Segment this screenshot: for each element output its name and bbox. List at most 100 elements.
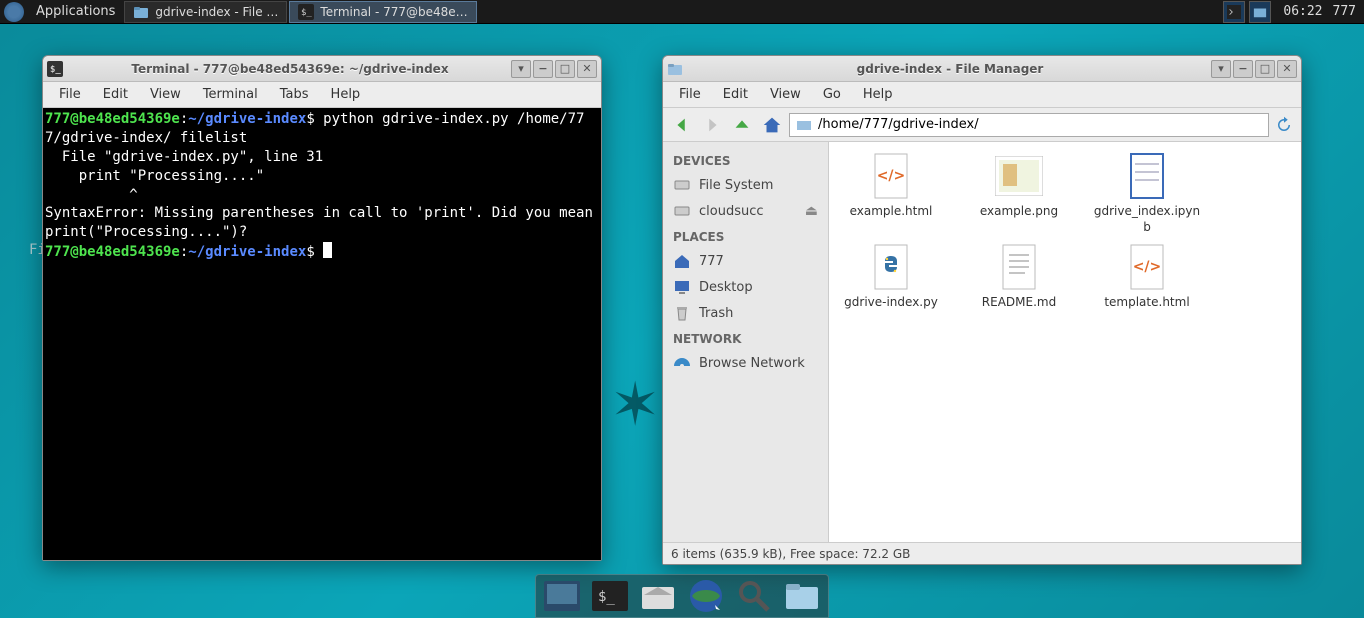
menu-file[interactable]: File bbox=[49, 84, 91, 105]
error-line-msg: SyntaxError: Missing parentheses in call… bbox=[45, 205, 601, 240]
menu-help[interactable]: Help bbox=[853, 84, 903, 105]
sidebar-item-cloudsucc[interactable]: cloudsucc ⏏ bbox=[663, 198, 828, 224]
drive-icon bbox=[673, 202, 691, 220]
prompt-user: 777@be48ed54369e bbox=[45, 244, 180, 260]
nav-up-button[interactable] bbox=[729, 112, 755, 138]
xfce-logo-icon bbox=[4, 2, 24, 22]
maximize-button[interactable]: □ bbox=[555, 60, 575, 78]
cursor bbox=[323, 242, 332, 258]
sidebar-item-filesystem[interactable]: File System bbox=[663, 172, 828, 198]
window-menu-button[interactable]: ▾ bbox=[511, 60, 531, 78]
file-label: template.html bbox=[1104, 295, 1189, 311]
sidebar-item-browse-network[interactable]: Browse Network bbox=[663, 350, 828, 376]
file-label: example.html bbox=[850, 204, 933, 220]
html-file-icon: </> bbox=[1123, 243, 1171, 291]
home-icon bbox=[761, 114, 783, 136]
sidebar-item-label: File System bbox=[699, 178, 773, 193]
search-icon bbox=[736, 578, 772, 614]
dock-file-manager[interactable] bbox=[638, 578, 678, 614]
menu-edit[interactable]: Edit bbox=[713, 84, 758, 105]
menu-view[interactable]: View bbox=[760, 84, 811, 105]
eject-icon[interactable]: ⏏ bbox=[805, 203, 818, 219]
sidebar-item-home[interactable]: 777 bbox=[663, 248, 828, 274]
maximize-button[interactable]: □ bbox=[1255, 60, 1275, 78]
file-label: gdrive-index.py bbox=[844, 295, 938, 311]
file-item-gdrive-index-py[interactable]: gdrive-index.py bbox=[837, 243, 945, 311]
svg-text:$_: $_ bbox=[301, 8, 312, 18]
terminal-menubar: File Edit View Terminal Tabs Help bbox=[43, 82, 601, 108]
dock: $_ bbox=[535, 574, 829, 618]
taskbar-item-terminal[interactable]: $_ Terminal - 777@be48e… bbox=[289, 1, 476, 23]
minimize-button[interactable]: − bbox=[1233, 60, 1253, 78]
terminal-icon bbox=[1227, 5, 1241, 19]
menu-edit[interactable]: Edit bbox=[93, 84, 138, 105]
tray-filemanager-icon[interactable] bbox=[1249, 1, 1271, 23]
close-button[interactable]: ✕ bbox=[1277, 60, 1297, 78]
file-label: example.png bbox=[980, 204, 1058, 220]
clock: 06:22 bbox=[1283, 4, 1322, 19]
refresh-button[interactable] bbox=[1273, 114, 1295, 136]
menu-go[interactable]: Go bbox=[813, 84, 851, 105]
file-manager-icon bbox=[640, 581, 676, 611]
applications-menu-button[interactable]: Applications bbox=[28, 0, 123, 24]
nav-forward-button[interactable] bbox=[699, 112, 725, 138]
sidebar-item-label: 777 bbox=[699, 254, 724, 269]
nav-home-button[interactable] bbox=[759, 112, 785, 138]
dock-web-browser[interactable] bbox=[686, 578, 726, 614]
sidebar-item-label: cloudsucc bbox=[699, 204, 764, 219]
terminal-icon: $_ bbox=[592, 581, 628, 611]
file-item-readme-md[interactable]: README.md bbox=[965, 243, 1073, 311]
minimize-button[interactable]: − bbox=[533, 60, 553, 78]
terminal-window: $_ Terminal - 777@be48ed54369e: ~/gdrive… bbox=[42, 55, 602, 561]
svg-text:$_: $_ bbox=[598, 589, 615, 605]
file-item-gdrive-index-ipynb[interactable]: gdrive_index.ipynb bbox=[1093, 152, 1201, 235]
error-line-2: print "Processing...." bbox=[45, 168, 264, 184]
menu-file[interactable]: File bbox=[669, 84, 711, 105]
terminal-body[interactable]: 777@be48ed54369e:~/gdrive-index$ python … bbox=[43, 108, 601, 560]
dock-terminal[interactable]: $_ bbox=[590, 578, 630, 614]
prompt-path: ~/gdrive-index bbox=[188, 111, 306, 127]
dock-search[interactable] bbox=[734, 578, 774, 614]
filemanager-sidebar: DEVICES File System cloudsucc ⏏ PLACES 7… bbox=[663, 142, 829, 542]
close-button[interactable]: ✕ bbox=[577, 60, 597, 78]
menu-view[interactable]: View bbox=[140, 84, 191, 105]
terminal-titlebar[interactable]: $_ Terminal - 777@be48ed54369e: ~/gdrive… bbox=[43, 56, 601, 82]
path-text: /home/777/gdrive-index/ bbox=[818, 117, 979, 132]
filemanager-statusbar: 6 items (635.9 kB), Free space: 72.2 GB bbox=[663, 542, 1301, 564]
user-label[interactable]: 777 bbox=[1333, 4, 1356, 19]
tray-terminal-icon[interactable] bbox=[1223, 1, 1245, 23]
filemanager-titlebar[interactable]: gdrive-index - File Manager ▾ − □ ✕ bbox=[663, 56, 1301, 82]
file-view[interactable]: </> example.html example.png gdrive_inde… bbox=[829, 142, 1301, 542]
sidebar-places-header: PLACES bbox=[663, 224, 828, 248]
filemanager-title: gdrive-index - File Manager bbox=[689, 62, 1211, 76]
sidebar-devices-header: DEVICES bbox=[663, 148, 828, 172]
globe-icon bbox=[688, 578, 724, 614]
show-desktop-icon bbox=[544, 581, 580, 611]
sidebar-item-label: Trash bbox=[699, 306, 733, 321]
top-panel: Applications gdrive-index - File … $_ Te… bbox=[0, 0, 1364, 24]
terminal-icon: $_ bbox=[298, 4, 314, 20]
path-entry[interactable]: /home/777/gdrive-index/ bbox=[789, 113, 1269, 137]
dock-show-desktop[interactable] bbox=[542, 578, 582, 614]
dock-folder[interactable] bbox=[782, 578, 822, 614]
notebook-file-icon bbox=[1123, 152, 1171, 200]
svg-text:</>: </> bbox=[1133, 259, 1162, 275]
prompt-user: 777@be48ed54369e bbox=[45, 111, 180, 127]
file-item-example-html[interactable]: </> example.html bbox=[837, 152, 945, 235]
drive-icon bbox=[673, 176, 691, 194]
sidebar-item-desktop[interactable]: Desktop bbox=[663, 274, 828, 300]
menu-tabs[interactable]: Tabs bbox=[270, 84, 319, 105]
menu-help[interactable]: Help bbox=[321, 84, 371, 105]
file-item-example-png[interactable]: example.png bbox=[965, 152, 1073, 235]
window-menu-button[interactable]: ▾ bbox=[1211, 60, 1231, 78]
file-label: gdrive_index.ipynb bbox=[1093, 204, 1201, 235]
prompt-path: ~/gdrive-index bbox=[188, 244, 306, 260]
sidebar-network-header: NETWORK bbox=[663, 326, 828, 350]
sidebar-item-trash[interactable]: Trash bbox=[663, 300, 828, 326]
taskbar-item-filemanager[interactable]: gdrive-index - File … bbox=[124, 1, 287, 23]
status-text: 6 items (635.9 kB), Free space: 72.2 GB bbox=[671, 547, 910, 561]
file-item-template-html[interactable]: </> template.html bbox=[1093, 243, 1201, 311]
svg-text:$_: $_ bbox=[50, 65, 61, 75]
menu-terminal[interactable]: Terminal bbox=[193, 84, 268, 105]
nav-back-button[interactable] bbox=[669, 112, 695, 138]
